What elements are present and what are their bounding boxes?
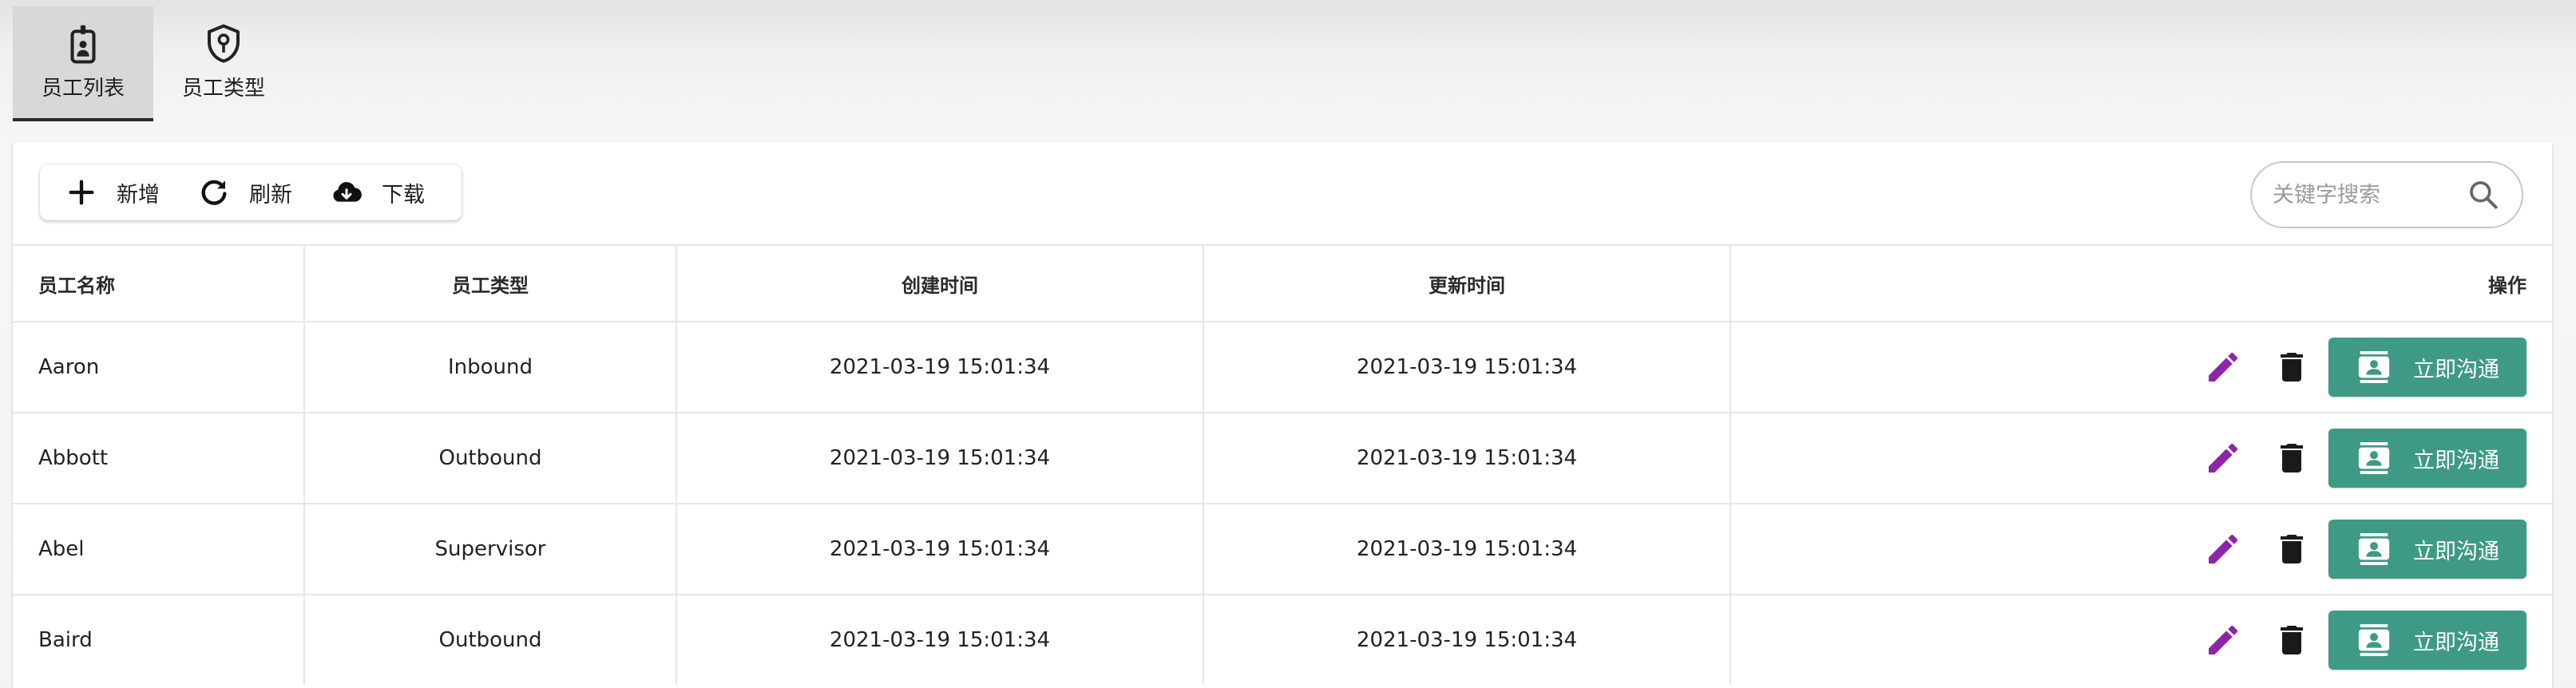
- search-icon[interactable]: [2466, 177, 2501, 212]
- employee-type-cell: Outbound: [305, 595, 677, 685]
- plus-icon: [69, 180, 94, 205]
- delete-trash-icon[interactable]: [2273, 439, 2311, 477]
- search-box: [2250, 161, 2523, 228]
- refresh-icon: [201, 180, 227, 205]
- row-actions: 立即沟通: [2204, 429, 2526, 488]
- badge-icon: [70, 25, 96, 64]
- tab-employee-type-label: 员工类型: [181, 77, 265, 101]
- toolbar: 新增 刷新 下载: [40, 164, 462, 220]
- contact-card-icon: [2358, 351, 2390, 383]
- chat-now-label: 立即沟通: [2413, 539, 2499, 564]
- cloud-download-icon: [333, 182, 362, 202]
- employee-name-cell: Abel: [13, 504, 305, 594]
- contact-card-icon: [2358, 442, 2390, 474]
- column-header-name[interactable]: 员工名称: [13, 246, 305, 321]
- created-time-cell: 2021-03-19 15:01:34: [677, 322, 1204, 412]
- column-header-created[interactable]: 创建时间: [677, 246, 1204, 321]
- shield-person-icon: [207, 24, 240, 63]
- table-header: 员工名称 员工类型 创建时间 更新时间 操作: [13, 244, 2552, 321]
- actions-cell: 立即沟通: [1731, 322, 2552, 412]
- created-time-cell: 2021-03-19 15:01:34: [677, 595, 1204, 685]
- row-actions: 立即沟通: [2204, 611, 2526, 670]
- updated-time-cell: 2021-03-19 15:01:34: [1204, 413, 1731, 503]
- edit-pencil-icon[interactable]: [2204, 348, 2242, 386]
- delete-trash-icon[interactable]: [2273, 530, 2311, 568]
- actions-cell: 立即沟通: [1731, 504, 2552, 594]
- tab-employee-list[interactable]: 员工列表: [13, 6, 153, 121]
- download-button-label: 下载: [382, 182, 425, 208]
- employee-list-panel: 新增 刷新 下载 员工名称 员工类型 创建时间 更新时: [13, 142, 2552, 688]
- chat-now-button[interactable]: 立即沟通: [2328, 611, 2526, 670]
- refresh-button[interactable]: 刷新: [184, 164, 316, 220]
- edit-pencil-icon[interactable]: [2204, 439, 2242, 477]
- employee-name-cell: Aaron: [13, 322, 305, 412]
- contact-card-icon: [2358, 533, 2390, 565]
- edit-pencil-icon[interactable]: [2204, 621, 2242, 659]
- add-button-label: 新增: [117, 182, 160, 208]
- table-row[interactable]: Aaron Inbound 2021-03-19 15:01:34 2021-0…: [13, 321, 2552, 412]
- employee-name-cell: Abbott: [13, 413, 305, 503]
- created-time-cell: 2021-03-19 15:01:34: [677, 504, 1204, 594]
- table-row[interactable]: Baird Outbound 2021-03-19 15:01:34 2021-…: [13, 594, 2552, 685]
- chat-now-label: 立即沟通: [2413, 448, 2499, 473]
- column-header-actions: 操作: [2488, 274, 2526, 297]
- top-tab-bar: 员工列表 员工类型: [13, 6, 294, 121]
- employee-type-cell: Supervisor: [305, 504, 677, 594]
- search-input[interactable]: [2273, 182, 2466, 208]
- created-time-cell: 2021-03-19 15:01:34: [677, 413, 1204, 503]
- tab-employee-list-label: 员工列表: [41, 77, 125, 101]
- table-body: Aaron Inbound 2021-03-19 15:01:34 2021-0…: [13, 321, 2552, 685]
- employee-type-cell: Outbound: [305, 413, 677, 503]
- updated-time-cell: 2021-03-19 15:01:34: [1204, 504, 1731, 594]
- contact-card-icon: [2358, 624, 2390, 656]
- refresh-button-label: 刷新: [249, 182, 292, 208]
- table-row[interactable]: Abbott Outbound 2021-03-19 15:01:34 2021…: [13, 412, 2552, 503]
- actions-cell: 立即沟通: [1731, 595, 2552, 685]
- chat-now-label: 立即沟通: [2413, 357, 2499, 382]
- column-header-updated[interactable]: 更新时间: [1204, 246, 1731, 321]
- table-row[interactable]: Abel Supervisor 2021-03-19 15:01:34 2021…: [13, 503, 2552, 594]
- employee-type-cell: Inbound: [305, 322, 677, 412]
- tab-employee-type[interactable]: 员工类型: [153, 6, 294, 121]
- chat-now-label: 立即沟通: [2413, 630, 2499, 655]
- chat-now-button[interactable]: 立即沟通: [2328, 429, 2526, 488]
- updated-time-cell: 2021-03-19 15:01:34: [1204, 595, 1731, 685]
- add-button[interactable]: 新增: [51, 164, 184, 220]
- delete-trash-icon[interactable]: [2273, 348, 2311, 386]
- delete-trash-icon[interactable]: [2273, 621, 2311, 659]
- column-header-type[interactable]: 员工类型: [305, 246, 677, 321]
- employee-name-cell: Baird: [13, 595, 305, 685]
- actions-cell: 立即沟通: [1731, 413, 2552, 503]
- row-actions: 立即沟通: [2204, 338, 2526, 397]
- chat-now-button[interactable]: 立即沟通: [2328, 520, 2526, 579]
- download-button[interactable]: 下载: [316, 164, 449, 220]
- edit-pencil-icon[interactable]: [2204, 530, 2242, 568]
- row-actions: 立即沟通: [2204, 520, 2526, 579]
- employee-table: 员工名称 员工类型 创建时间 更新时间 操作 Aaron Inbound 202…: [13, 244, 2552, 685]
- updated-time-cell: 2021-03-19 15:01:34: [1204, 322, 1731, 412]
- chat-now-button[interactable]: 立即沟通: [2328, 338, 2526, 397]
